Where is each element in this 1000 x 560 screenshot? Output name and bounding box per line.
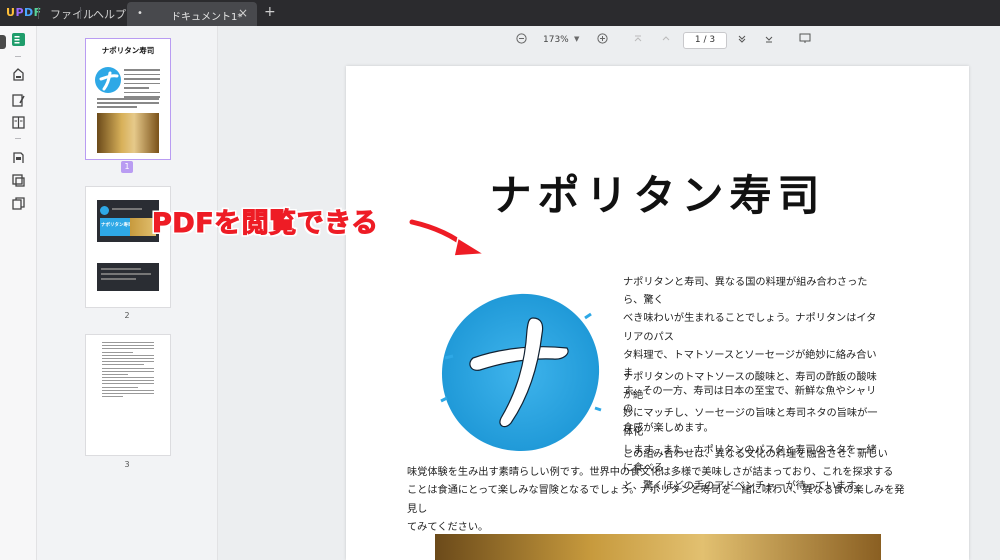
page-number-1: 1 <box>121 161 133 173</box>
presentation-icon[interactable] <box>799 33 811 47</box>
thumbnail-page-1[interactable]: ナポリタン寿司 <box>85 38 171 160</box>
reader-icon[interactable] <box>11 32 26 47</box>
divider <box>15 138 21 139</box>
page-number-input[interactable]: 1 / 3 <box>683 32 727 49</box>
thumbnail-text-lines <box>124 69 160 101</box>
edit-pdf-icon[interactable] <box>11 93 26 108</box>
organize-pages-icon[interactable] <box>11 150 26 165</box>
page-number-2: 2 <box>124 311 130 320</box>
last-page-icon[interactable] <box>764 33 774 47</box>
divider <box>80 7 81 19</box>
document-page: ナポリタン寿司 ナポリタンと寿司、異なる国の料理が組み合わさったら、驚く べき味… <box>346 66 969 560</box>
zoom-in-icon[interactable] <box>597 33 608 47</box>
pages-icon[interactable] <box>11 196 26 211</box>
first-page-icon[interactable] <box>633 33 643 47</box>
thumbnail-photo <box>97 113 159 153</box>
new-tab-icon[interactable]: + <box>264 4 276 20</box>
crop-icon[interactable] <box>11 173 26 188</box>
divider <box>15 56 21 57</box>
napolitan-logo-image <box>435 288 605 458</box>
sidebar-toggle-handle[interactable] <box>0 35 6 49</box>
left-toolbar <box>0 26 37 560</box>
sushi-photo <box>435 534 881 560</box>
comment-icon[interactable] <box>11 67 26 82</box>
thumbnail-page-3[interactable] <box>85 334 171 456</box>
paragraph-3: この組み合わせは、異なる文化の料理を融合させ、新しい 味覚体験を生み出す素晴らし… <box>407 449 905 533</box>
menu-help[interactable]: ヘルプ <box>93 6 126 22</box>
thumbnail-logo <box>95 67 121 93</box>
annotation-text: PDFを閲覧できる <box>152 208 379 240</box>
thumbnail-screenshot <box>97 263 159 291</box>
next-page-icon[interactable] <box>737 33 747 47</box>
thumbnail-title: ナポリタン寿司 <box>101 46 155 55</box>
thumbnail-screenshot: ナポリタン寿司 <box>97 200 159 242</box>
thumbnail-text-lines <box>102 342 154 399</box>
tab-title: ドキュメント1* <box>171 12 243 23</box>
menu-file[interactable]: ファイル <box>50 6 94 22</box>
previous-page-icon[interactable] <box>661 33 671 47</box>
page-navigation-bar: 173% ▼ 1 / 3 <box>218 26 1000 54</box>
divider <box>38 7 39 19</box>
annotation-arrow-icon <box>408 217 487 257</box>
document-tab[interactable]: • ドキュメント1* × <box>127 2 257 26</box>
zoom-dropdown-icon[interactable]: ▼ <box>574 35 579 43</box>
unsaved-dot: • <box>137 8 143 19</box>
form-icon[interactable] <box>11 115 26 130</box>
app-logo[interactable]: UPDF <box>6 6 42 19</box>
zoom-level[interactable]: 173% <box>543 35 569 45</box>
zoom-out-icon[interactable] <box>516 33 527 47</box>
page-number-3: 3 <box>124 460 130 469</box>
thumbnail-panel: ナポリタン寿司 1 ナポリタン寿司 2 3 <box>37 26 218 560</box>
close-tab-icon[interactable]: × <box>238 6 248 20</box>
title-bar: UPDF ファイル ヘルプ • ドキュメント1* × + <box>0 0 1000 26</box>
